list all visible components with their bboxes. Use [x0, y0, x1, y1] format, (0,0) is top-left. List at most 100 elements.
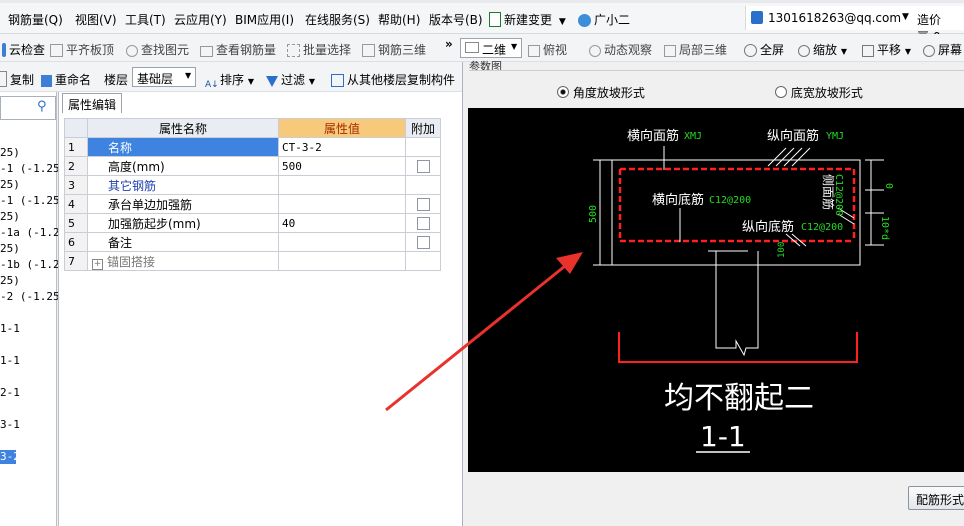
tree-item[interactable]: 2-1 — [0, 386, 20, 399]
table-row[interactable]: 4 承台单边加强筋 — [64, 194, 441, 214]
tree-item[interactable]: -2 (-1.25 — [0, 290, 60, 303]
property-name-cell[interactable]: 其它钢筋 — [87, 175, 279, 195]
assistant-button[interactable]: 广小二 — [578, 11, 630, 28]
filter-button[interactable]: 过滤 ▼ — [266, 71, 315, 88]
zoom-button[interactable]: 缩放 ▼ — [798, 41, 847, 58]
rebar-form-button[interactable]: 配筋形式 — [908, 486, 964, 510]
tree-item[interactable]: 1-1 — [0, 354, 20, 367]
property-name-cell[interactable]: 承台单边加强筋 — [87, 194, 279, 214]
search-icon[interactable]: ⚲ — [37, 99, 47, 114]
tree-item[interactable]: -1a (-1.25 — [0, 226, 66, 239]
batch-select-button[interactable]: 批量选择 — [287, 41, 351, 58]
pan-button[interactable]: 平移 ▼ — [862, 41, 911, 58]
floor-select[interactable]: 基础层 ▼ — [132, 67, 196, 87]
property-name-cell[interactable]: 名称 — [87, 137, 279, 157]
toolbar-overflow-button[interactable]: » — [445, 37, 453, 51]
property-name: 其它钢筋 — [108, 178, 157, 193]
dim-10d-label: 10*d — [879, 216, 890, 240]
property-name-cell[interactable]: + 锚固搭接 — [87, 251, 279, 271]
menu-item-cloud[interactable]: 云应用(Y) — [174, 11, 227, 28]
view-mode-select[interactable]: 二维 ▼ — [460, 38, 522, 58]
radio-width-slope[interactable]: 底宽放坡形式 — [775, 84, 863, 101]
tab-property-edit[interactable]: 属性编辑 — [62, 93, 122, 113]
table-row[interactable]: 7 + 锚固搭接 — [64, 251, 441, 271]
orbit-button[interactable]: 动态观察 — [589, 41, 652, 58]
extra-checkbox[interactable] — [416, 160, 430, 173]
table-row[interactable]: 3 其它钢筋 — [64, 175, 441, 195]
property-value-cell[interactable]: CT-3-2 — [278, 137, 406, 157]
extra-checkbox[interactable] — [416, 236, 430, 249]
row-number: 1 — [64, 137, 88, 157]
tree-item[interactable]: -1b (-1.25 — [0, 258, 66, 271]
row-number: 2 — [64, 156, 88, 176]
find-element-button[interactable]: 查找图元 — [126, 41, 189, 58]
tree-item[interactable]: 25) — [0, 178, 20, 191]
orbit-icon — [589, 45, 601, 57]
account-dropdown-icon[interactable]: ▼ — [902, 12, 909, 22]
property-value-cell[interactable]: 40 — [278, 213, 406, 233]
local-3d-button[interactable]: 局部三维 — [664, 41, 727, 58]
radio-angle-slope[interactable]: 角度放坡形式 — [557, 84, 645, 101]
cloud-check-button[interactable]: 云检查 — [2, 41, 45, 58]
copy-button[interactable]: 复制 — [0, 71, 34, 88]
property-name: 承台单边加强筋 — [108, 197, 193, 212]
menu-item-online[interactable]: 在线服务(S) — [305, 11, 370, 28]
menu-item-help[interactable]: 帮助(H) — [378, 11, 420, 28]
property-value-cell[interactable] — [278, 251, 406, 271]
copy-label: 复制 — [10, 73, 35, 87]
tree-item[interactable]: 25) — [0, 242, 20, 255]
tree-item[interactable]: 25) — [0, 210, 20, 223]
table-row[interactable]: 2 高度(mm) 500 — [64, 156, 441, 176]
tree-search-input[interactable]: ⚲ — [0, 96, 56, 120]
local-3d-label: 局部三维 — [679, 43, 728, 57]
col-header-name: 属性名称 — [87, 118, 279, 138]
assistant-label: 广小二 — [594, 13, 631, 27]
top-view-button[interactable]: 俯视 — [528, 41, 567, 58]
batch-select-label: 批量选择 — [303, 43, 352, 57]
property-value-cell[interactable]: 500 — [278, 156, 406, 176]
property-name-cell[interactable]: 高度(mm) — [87, 156, 279, 176]
sort-button[interactable]: A↓排序 ▼ — [205, 71, 254, 94]
radio-selected-icon — [557, 86, 569, 98]
tree-item[interactable]: 1-1 — [0, 322, 20, 335]
menu-item-view[interactable]: 视图(V) — [75, 11, 117, 28]
menu-item-bim[interactable]: BIM应用(I) — [235, 11, 294, 28]
table-row[interactable]: 6 备注 — [64, 232, 441, 252]
table-row[interactable]: 1 名称 CT-3-2 — [64, 137, 441, 157]
screen-button[interactable]: 屏幕 — [923, 41, 962, 58]
rename-button[interactable]: 重命名 — [41, 71, 91, 88]
tree-item[interactable]: 25) — [0, 274, 20, 287]
screen-label: 屏幕 — [938, 43, 963, 57]
find-element-label: 查找图元 — [141, 43, 190, 57]
drawing-canvas[interactable]: 500 0 10*d 100 横向面筋 XMJ 纵向面筋 YMJ 横向底筋 C1… — [468, 108, 964, 472]
align-slab-top-button[interactable]: 平齐板顶 — [50, 41, 114, 58]
menu-item-version[interactable]: 版本号(B) — [429, 11, 483, 28]
view-rebar-qty-button[interactable]: 查看钢筋量 — [200, 41, 276, 58]
view-rebar-qty-label: 查看钢筋量 — [216, 43, 277, 57]
property-value-cell[interactable] — [278, 175, 406, 195]
property-value-cell[interactable] — [278, 232, 406, 252]
fullscreen-button[interactable]: 全屏 — [744, 41, 784, 58]
property-value-cell[interactable] — [278, 194, 406, 214]
view-2d-icon — [465, 42, 479, 53]
property-name-cell[interactable]: 加强筋起步(mm) — [87, 213, 279, 233]
copy-from-floor-button[interactable]: 从其他楼层复制构件 — [331, 71, 455, 88]
pile-cap-section-drawing: 500 0 10*d 100 横向面筋 XMJ 纵向面筋 YMJ 横向底筋 C1… — [588, 128, 894, 453]
row-number: 6 — [64, 232, 88, 252]
tree-item[interactable]: 3-1 — [0, 418, 20, 431]
rebar-3d-button[interactable]: 钢筋三维 — [362, 41, 426, 58]
table-row[interactable]: 5 加强筋起步(mm) 40 — [64, 213, 441, 233]
tree-item[interactable]: -1 (-1.25 — [0, 194, 60, 207]
tree-item[interactable]: -1 (-1.25 — [0, 162, 60, 175]
tree-item[interactable]: 3-2 — [0, 450, 20, 464]
expand-icon[interactable]: + — [92, 258, 103, 270]
tree-item[interactable]: 25) — [0, 146, 20, 159]
account-email[interactable]: 1301618263@qq.com — [768, 11, 901, 25]
extra-checkbox[interactable] — [416, 198, 430, 211]
extra-checkbox[interactable] — [416, 217, 430, 230]
rebar-qty-icon — [200, 46, 213, 57]
menu-item-tools[interactable]: 工具(T) — [125, 11, 166, 28]
menu-item-rebar[interactable]: 钢筋量(Q) — [8, 11, 63, 28]
property-name-cell[interactable]: 备注 — [87, 232, 279, 252]
new-change-button[interactable]: 新建变更 ▼ — [489, 11, 566, 28]
